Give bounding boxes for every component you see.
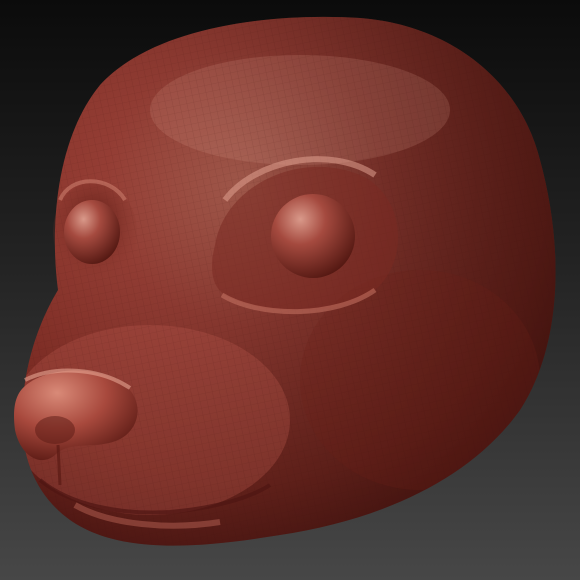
eye-left xyxy=(53,179,137,282)
eye-right xyxy=(212,156,398,315)
sculpt-viewport[interactable] xyxy=(0,0,580,580)
head-model xyxy=(14,16,556,546)
